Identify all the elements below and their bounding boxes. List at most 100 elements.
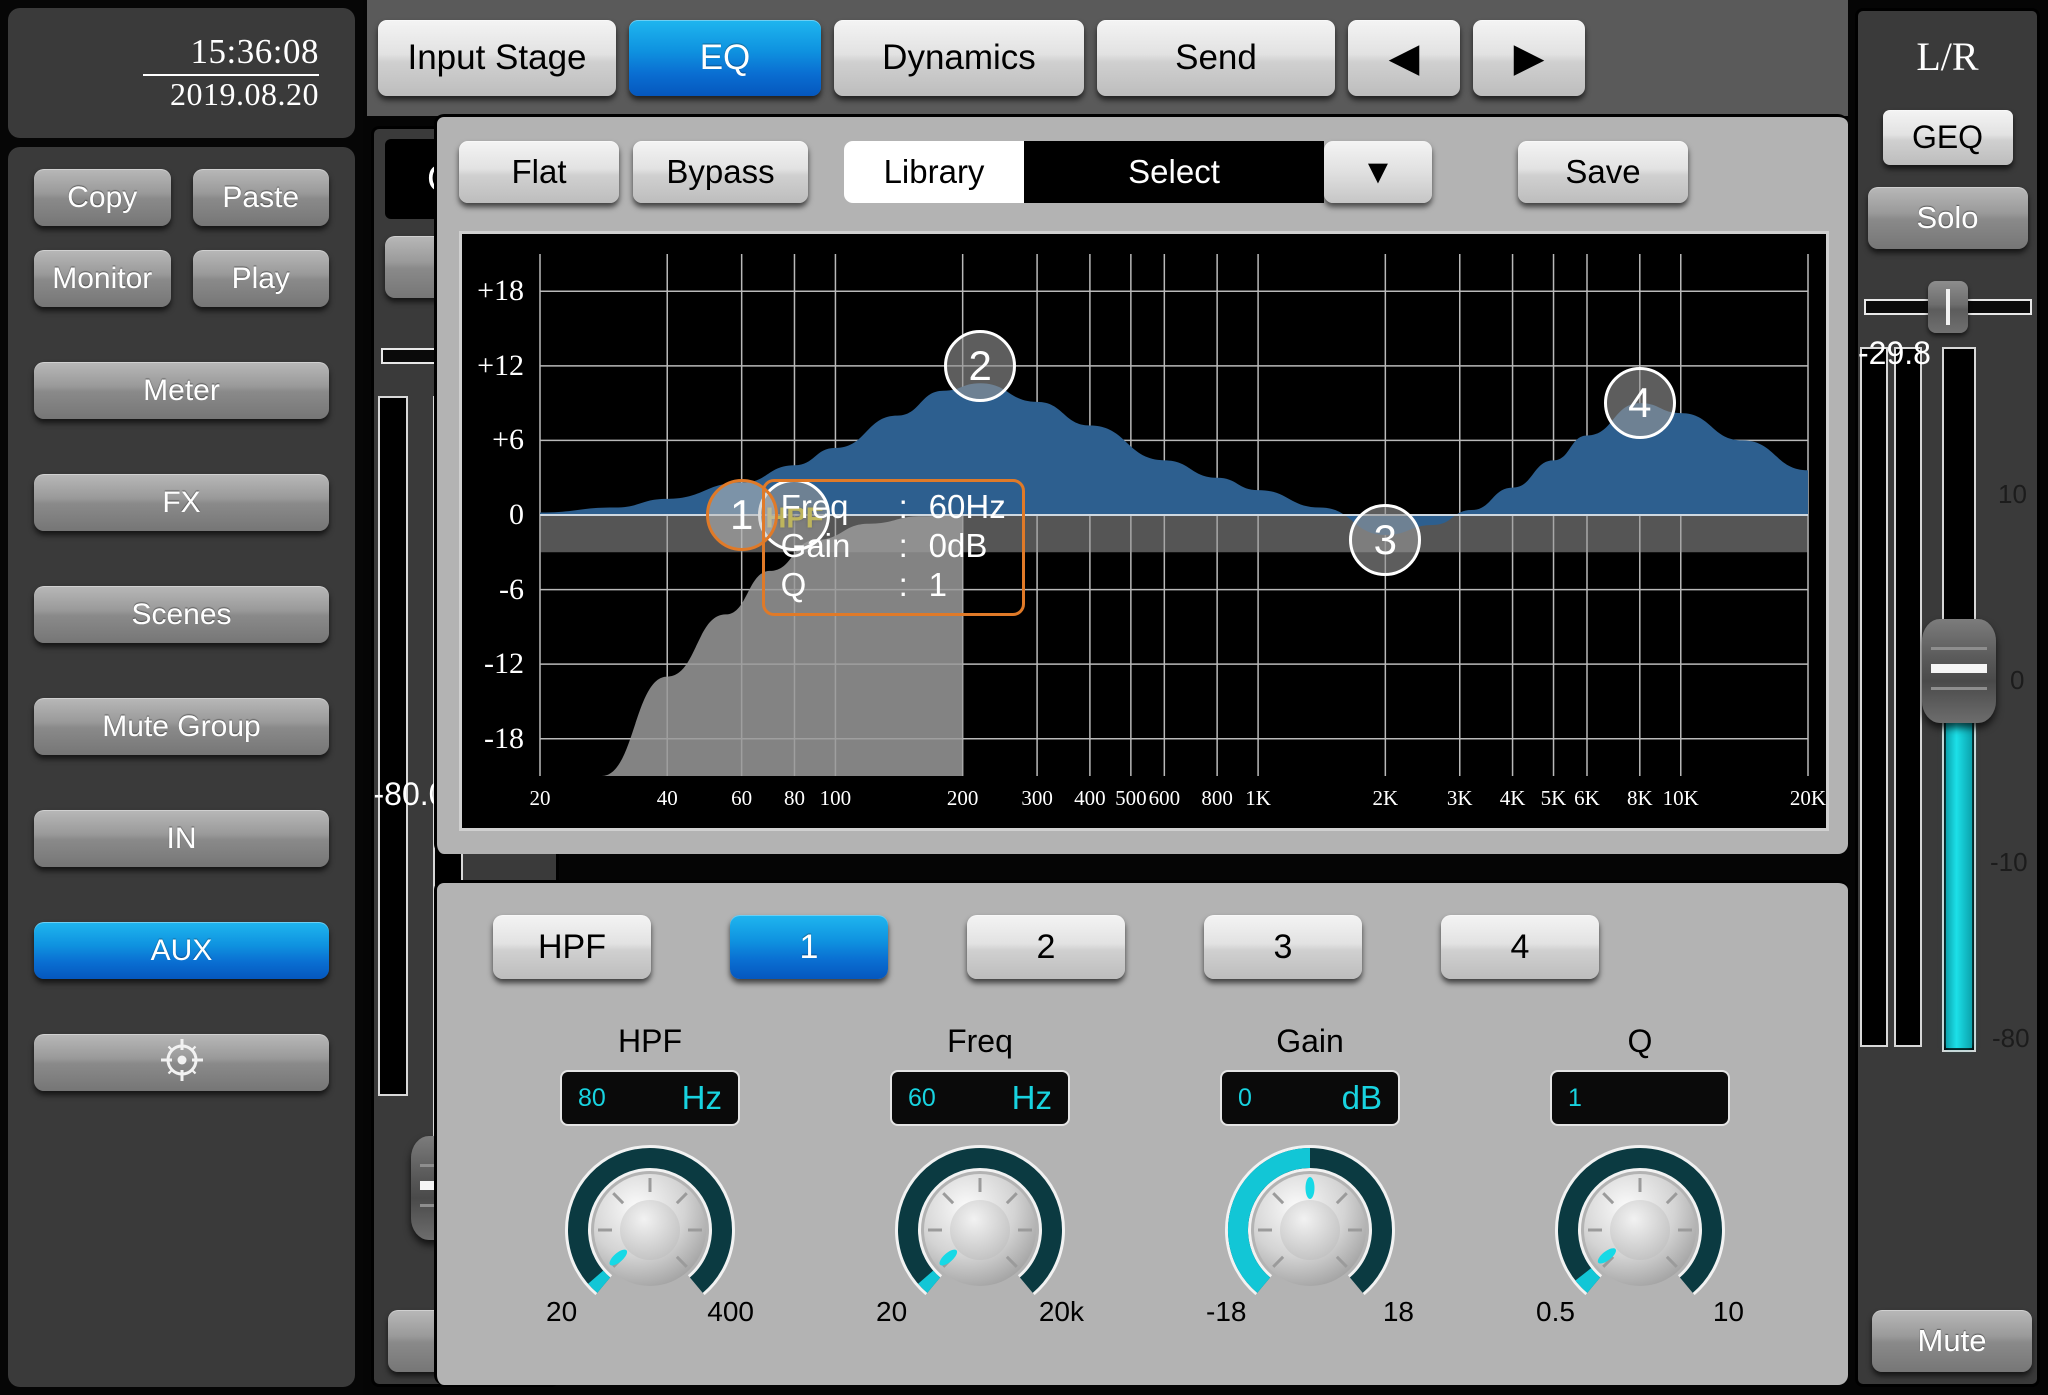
master-scale-m10: -10 (1990, 847, 2028, 877)
sidebar-row-monitor-play: Monitor Play (34, 250, 329, 307)
param-gain-max: 18 (1382, 1296, 1414, 1327)
tab-eq[interactable]: EQ (629, 20, 821, 96)
sidebar-row-copy-paste: Copy Paste (34, 169, 329, 226)
tab-dynamics[interactable]: Dynamics (834, 20, 1084, 96)
eq-band-tabs: HPF 1 2 3 4 (493, 915, 1599, 979)
tab-prev-button[interactable]: ◀ (1348, 20, 1460, 96)
eq-response-plot (539, 254, 1809, 776)
param-gain-value-box[interactable]: 0 dB (1220, 1070, 1400, 1126)
tab-input-stage[interactable]: Input Stage (378, 20, 616, 96)
eq-marker-4[interactable]: 4 (1603, 367, 1676, 440)
meter-button[interactable]: Meter (34, 362, 329, 419)
x-axis-tick: 4K (1499, 786, 1526, 810)
param-hpf-max: 400 (707, 1296, 754, 1327)
tab-next-button[interactable]: ▶ (1473, 20, 1585, 96)
clock-time: 15:36:08 (190, 32, 319, 72)
clock-date: 2019.08.20 (170, 76, 319, 113)
master-fader-value: -29.8 (1858, 335, 1931, 371)
monitor-button[interactable]: Monitor (34, 250, 171, 307)
param-hpf-value: 80 (578, 1083, 606, 1112)
paste-button[interactable]: Paste (192, 169, 329, 226)
flat-button[interactable]: Flat (459, 141, 619, 203)
eq-parameter-row: HPF 80 Hz 20 400 Freq 60 Hz 20 20k Gain … (485, 1023, 1805, 1327)
param-gain-min: -18 (1206, 1296, 1247, 1327)
band-tab-3[interactable]: 3 (1204, 915, 1362, 979)
library-label[interactable]: Library (844, 141, 1024, 203)
x-axis-tick: 8K (1626, 786, 1653, 810)
master-mute-button[interactable]: Mute (1872, 1310, 2032, 1372)
param-freq-knob[interactable]: 20 20k (876, 1142, 1084, 1327)
in-button[interactable]: IN (34, 810, 329, 867)
pan-handle[interactable] (1927, 281, 1968, 333)
x-axis-tick: 200 (946, 786, 979, 810)
param-gain: Gain 0 dB -18 18 (1145, 1023, 1475, 1327)
eq-graph-panel: Flat Bypass Library Select ▼ Save +18 +12… (434, 114, 1848, 854)
play-button[interactable]: Play (192, 250, 329, 307)
master-scale-0: 0 (2010, 665, 2025, 695)
x-axis-tick: 2K (1372, 786, 1399, 810)
eq-marker-2[interactable]: 2 (944, 329, 1017, 402)
eq-marker-1[interactable]: 1 (705, 479, 778, 551)
param-freq-unit: Hz (1011, 1079, 1052, 1116)
bypass-button[interactable]: Bypass (633, 141, 808, 203)
aux-button[interactable]: AUX (34, 922, 329, 979)
master-pan-slider[interactable] (1863, 281, 2032, 333)
master-scale-m80: -80 (1992, 1023, 2030, 1053)
x-axis-tick: 40 (656, 786, 678, 810)
mute-group-button[interactable]: Mute Group (34, 698, 329, 755)
param-freq-value-box[interactable]: 60 Hz (890, 1070, 1070, 1126)
master-meter-area: -29.8 10 0 -10 -80 (1858, 335, 2035, 1347)
library-dropdown-button[interactable]: ▼ (1324, 141, 1432, 203)
y-axis-tick: -6 (499, 572, 524, 606)
param-gain-knob[interactable]: -18 18 (1206, 1142, 1414, 1327)
param-gain-label: Gain (1276, 1023, 1344, 1059)
param-q-value-box[interactable]: 1 (1550, 1070, 1730, 1126)
param-freq: Freq 60 Hz 20 20k (815, 1023, 1145, 1327)
main-area: Input Stage EQ Dynamics Send ◀ ▶ Flat By… (367, 0, 1848, 1395)
x-axis-tick: 80 (783, 786, 805, 810)
eq-graph[interactable]: +18 +12 +6 0 -6 -12 -18 20 40 60 80 100 200 300 400 500… (462, 234, 1826, 828)
param-hpf: HPF 80 Hz 20 400 (485, 1023, 815, 1327)
library-select-value[interactable]: Select (1024, 141, 1324, 203)
y-axis-tick: -18 (484, 721, 524, 755)
band-tab-hpf[interactable]: HPF (493, 915, 651, 979)
y-axis-tick: +6 (492, 423, 524, 457)
param-hpf-knob[interactable]: 20 400 (546, 1142, 754, 1327)
x-axis-tick: 5K (1540, 786, 1567, 810)
param-q-knob[interactable]: 0.5 10 (1536, 1142, 1744, 1327)
master-solo-button[interactable]: Solo (1867, 187, 2028, 249)
fx-button[interactable]: FX (34, 474, 329, 531)
knob-graphic (565, 1145, 735, 1296)
param-hpf-unit: Hz (681, 1079, 722, 1116)
scenes-button[interactable]: Scenes (34, 586, 329, 643)
param-q-label: Q (1627, 1023, 1653, 1059)
param-hpf-value-box[interactable]: 80 Hz (560, 1070, 740, 1126)
tab-send[interactable]: Send (1097, 20, 1335, 96)
band-tab-1[interactable]: 1 (730, 915, 888, 979)
master-scale-10: 10 (1998, 479, 2027, 509)
y-axis-tick: +12 (477, 348, 524, 382)
x-axis-tick: 1K (1245, 786, 1271, 810)
clock-panel: 15:36:08 2019.08.20 (8, 8, 355, 138)
band-tab-2[interactable]: 2 (967, 915, 1125, 979)
chevron-right-icon: ▶ (1513, 36, 1545, 80)
x-axis-tick: 600 (1148, 786, 1181, 810)
param-freq-value: 60 (908, 1083, 936, 1112)
x-axis-tick: 100 (819, 786, 852, 810)
settings-target-button[interactable] (34, 1034, 329, 1091)
x-axis-tick: 6K (1574, 786, 1600, 810)
param-freq-max: 20k (1038, 1296, 1084, 1327)
master-fader-handle[interactable] (1922, 619, 1996, 723)
top-tab-bar: Input Stage EQ Dynamics Send ◀ ▶ (367, 0, 1848, 116)
eq-marker-3[interactable]: 3 (1349, 503, 1422, 576)
copy-button[interactable]: Copy (34, 169, 171, 226)
geq-button[interactable]: GEQ (1882, 110, 2013, 165)
save-button[interactable]: Save (1518, 141, 1688, 203)
param-freq-min: 20 (876, 1296, 908, 1327)
param-gain-value: 0 (1238, 1083, 1252, 1112)
eq-graph-frame[interactable]: +18 +12 +6 0 -6 -12 -18 20 40 60 80 100 200 300 400 500… (459, 231, 1829, 831)
band-tab-4[interactable]: 4 (1441, 915, 1599, 979)
